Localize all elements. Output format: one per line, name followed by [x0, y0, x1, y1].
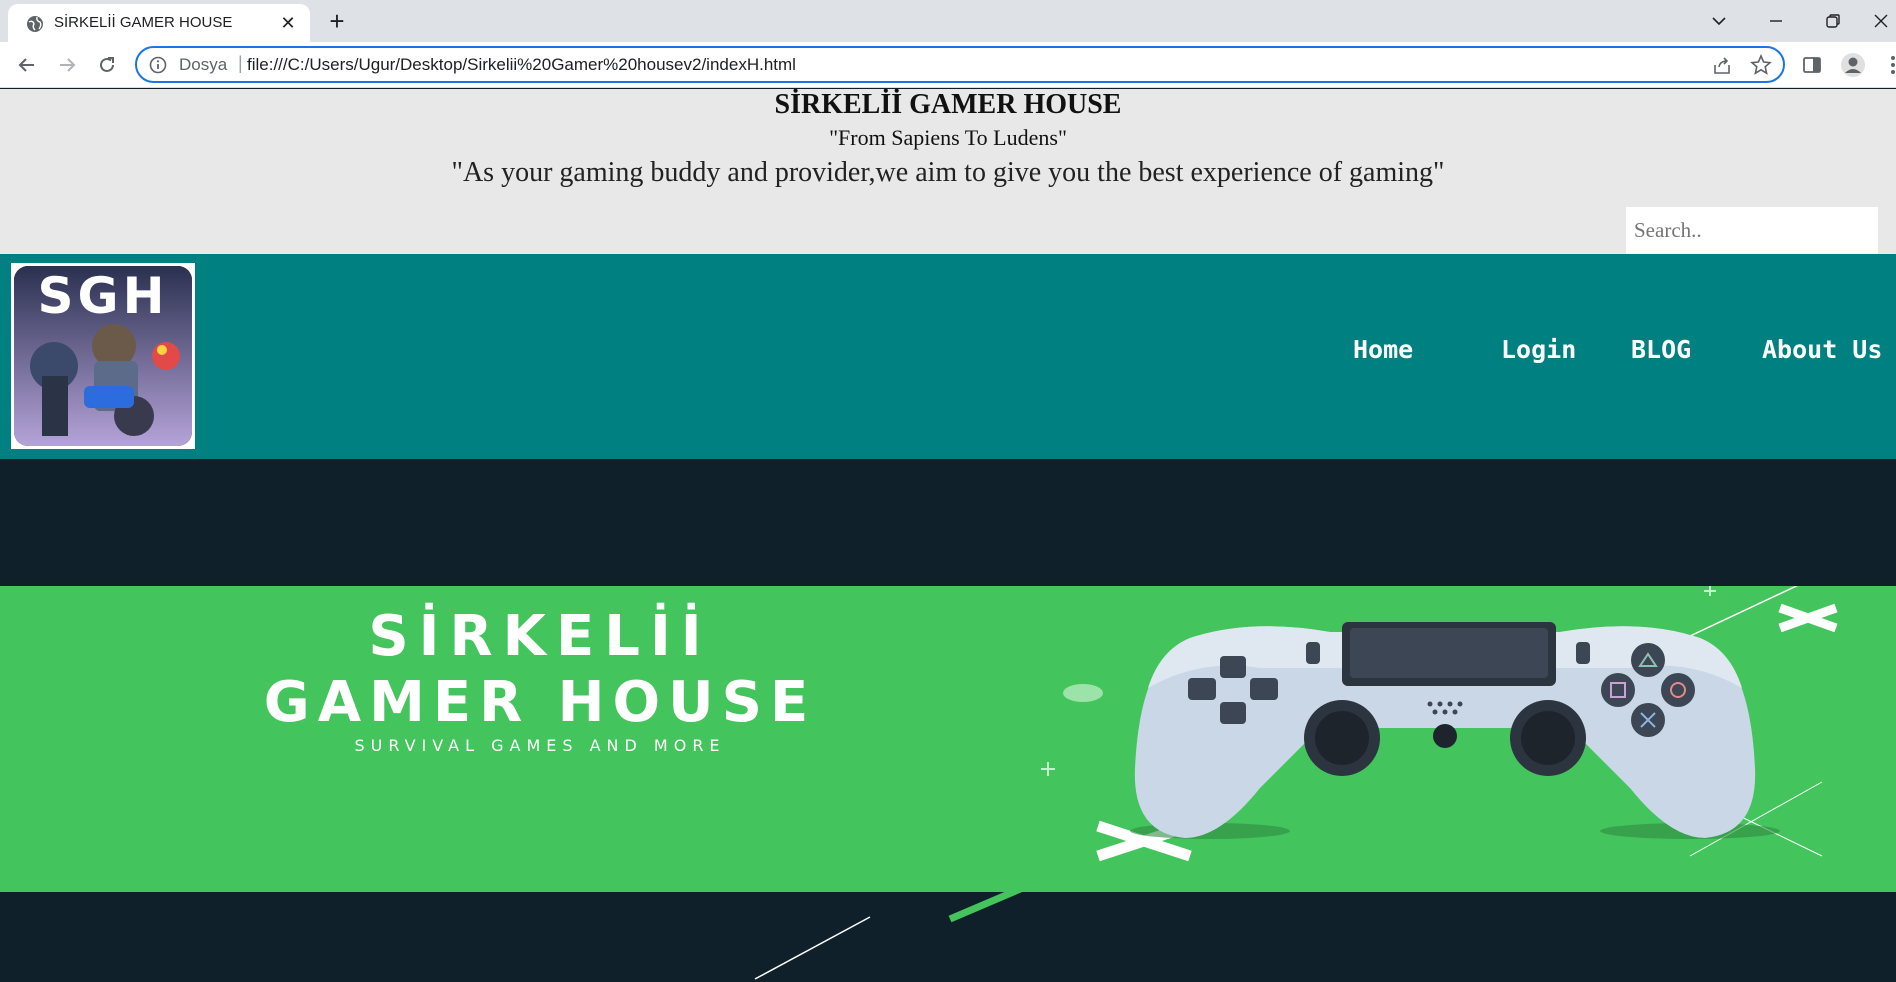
close-window-icon[interactable] [1866, 6, 1896, 36]
main-navbar: SGH Home Login BLOG About Us [0, 254, 1896, 459]
scheme-separator: | [238, 53, 243, 73]
browser-toolbar: Dosya | file:///C:/Users/Ugur/Desktop/Si… [0, 42, 1896, 88]
web-page: SİRKELİİ GAMER HOUSE "From Sapiens To Lu… [0, 89, 1896, 982]
scheme-label: Dosya [179, 55, 228, 74]
logo-image: SGH [14, 266, 192, 446]
gamepad-controller-icon [1134, 622, 1756, 838]
logo-text: SGH [37, 267, 169, 325]
menu-dots-icon[interactable] [1880, 52, 1896, 78]
site-header: SİRKELİİ GAMER HOUSE "From Sapiens To Lu… [0, 89, 1896, 254]
browser-tab-strip: SİRKELİİ GAMER HOUSE ✕ + [0, 0, 1896, 42]
new-tab-button[interactable]: + [324, 8, 350, 35]
site-title: SİRKELİİ GAMER HOUSE [774, 89, 1122, 120]
forward-arrow-icon[interactable] [53, 51, 81, 79]
site-logo[interactable]: SGH [11, 263, 195, 449]
close-tab-icon[interactable]: ✕ [278, 13, 298, 33]
nav-link-home[interactable]: Home [1353, 335, 1413, 364]
url-text[interactable]: file:///C:/Users/Ugur/Desktop/Sirkelii%2… [247, 55, 796, 75]
site-motto: "From Sapiens To Ludens" [829, 125, 1067, 150]
info-icon[interactable] [149, 56, 167, 74]
minimize-icon[interactable] [1761, 6, 1791, 36]
back-arrow-icon[interactable] [13, 51, 41, 79]
tab-search-chevron-icon[interactable] [1704, 6, 1734, 36]
profile-avatar-icon[interactable] [1840, 52, 1866, 78]
share-icon[interactable] [1711, 55, 1733, 77]
site-mission: "As your gaming buddy and provider,we ai… [451, 157, 1445, 188]
address-bar[interactable]: Dosya | file:///C:/Users/Ugur/Desktop/Si… [135, 46, 1785, 83]
restore-icon[interactable] [1818, 6, 1848, 36]
browser-tab[interactable]: SİRKELİİ GAMER HOUSE ✕ [8, 4, 310, 42]
tab-title: SİRKELİİ GAMER HOUSE [54, 14, 233, 31]
bookmark-star-icon[interactable] [1750, 53, 1772, 76]
globe-icon [26, 15, 44, 33]
banner-heading-line1: SİRKELİİ [368, 604, 712, 669]
reload-icon[interactable] [93, 51, 121, 79]
banner-tagline: SURVIVAL GAMES AND MORE [354, 736, 726, 755]
nav-link-about-us[interactable]: About Us [1762, 335, 1882, 364]
side-panel-icon[interactable] [1799, 52, 1825, 78]
hero-banner: SİRKELİİ GAMER HOUSE SURVIVAL GAMES AND … [0, 586, 1896, 892]
search-input[interactable] [1626, 207, 1878, 254]
banner-heading-line2: GAMER HOUSE [263, 670, 817, 735]
nav-link-login[interactable]: Login [1501, 335, 1576, 364]
nav-link-blog[interactable]: BLOG [1631, 335, 1691, 364]
